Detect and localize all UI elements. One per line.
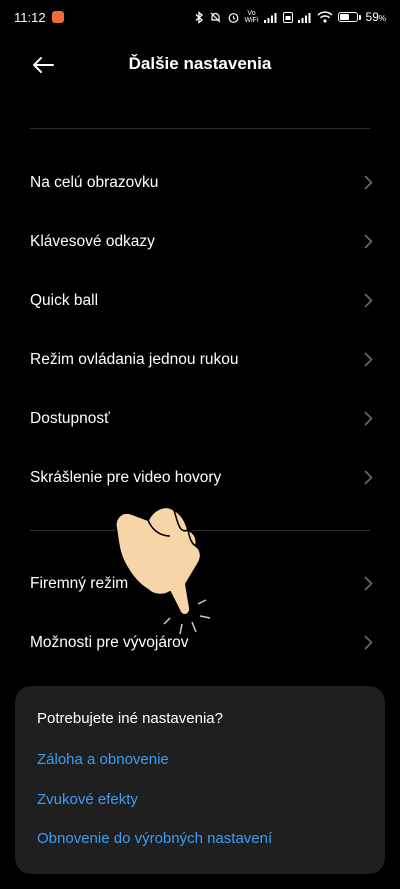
mute-bell-icon <box>209 11 222 24</box>
vowifi-label-bottom: WiFi <box>244 17 259 24</box>
chevron-right-icon <box>364 411 373 426</box>
menu-item-quick-ball[interactable]: Quick ball <box>0 271 400 330</box>
menu-item-rezim-ovladania-jednou-rukou[interactable]: Režim ovládania jednou rukou <box>0 330 400 389</box>
backup-restore-link[interactable]: Záloha a obnovenie <box>37 751 169 768</box>
sim-badge-icon <box>282 11 293 23</box>
status-time: 11:12 <box>14 9 46 25</box>
chevron-right-icon <box>364 635 373 650</box>
menu-item-moznosti-pre-vyvojarov[interactable]: Možnosti pre vývojárov <box>0 613 400 672</box>
vowifi-label-top: Vo <box>247 10 256 17</box>
menu-item-label: Quick ball <box>30 291 99 309</box>
card-title: Potrebujete iné nastavenia? <box>37 710 223 727</box>
signal-icon-sim2 <box>297 12 312 23</box>
chevron-right-icon <box>364 175 373 190</box>
battery-icon <box>337 12 361 22</box>
menu-item-label: Dostupnosť <box>30 409 110 427</box>
sound-effects-link[interactable]: Zvukové efekty <box>37 791 138 808</box>
notification-app-icon <box>51 11 64 23</box>
chevron-right-icon <box>364 293 373 308</box>
menu-item-firemny-rezim[interactable]: Firemný režim <box>0 554 400 613</box>
menu-item-label: Možnosti pre vývojárov <box>30 633 189 651</box>
divider-top <box>30 128 370 129</box>
more-settings-card: Potrebujete iné nastavenia? Záloha a obn… <box>15 686 385 874</box>
divider-middle <box>30 530 370 531</box>
header: Ďalšie nastavenia <box>0 40 400 90</box>
menu-item-label: Firemný režim <box>30 574 129 592</box>
menu-item-label: Skrášlenie pre video hovory <box>30 468 222 486</box>
page-title: Ďalšie nastavenia <box>128 54 272 73</box>
factory-reset-link[interactable]: Obnovenie do výrobných nastavení <box>37 830 272 847</box>
menu-item-na-celu-obrazovku[interactable]: Na celú obrazovku <box>0 153 400 212</box>
menu-item-skraslenie-pre-video-hovory[interactable]: Skrášlenie pre video hovory <box>0 448 400 507</box>
menu-item-label: Režim ovládania jednou rukou <box>30 350 239 368</box>
menu-item-klavesove-odkazy[interactable]: Klávesové odkazy <box>0 212 400 271</box>
alarm-icon <box>227 11 240 24</box>
chevron-right-icon <box>364 576 373 591</box>
menu-item-label: Na celú obrazovku <box>30 173 159 191</box>
signal-icon-sim1 <box>263 12 278 23</box>
chevron-right-icon <box>364 352 373 367</box>
status-bar: 11:12 Vo WiFi 59% <box>0 0 400 34</box>
menu-item-dostupnost[interactable]: Dostupnosť <box>0 389 400 448</box>
menu-item-label: Klávesové odkazy <box>30 232 155 250</box>
chevron-right-icon <box>364 470 373 485</box>
bluetooth-icon <box>194 10 204 24</box>
status-right: Vo WiFi 59% <box>194 10 386 24</box>
chevron-right-icon <box>364 234 373 249</box>
battery-text: 59% <box>365 10 386 24</box>
vowifi-icon: Vo WiFi <box>245 10 259 24</box>
status-left: 11:12 <box>14 10 64 25</box>
wifi-icon <box>316 11 333 23</box>
